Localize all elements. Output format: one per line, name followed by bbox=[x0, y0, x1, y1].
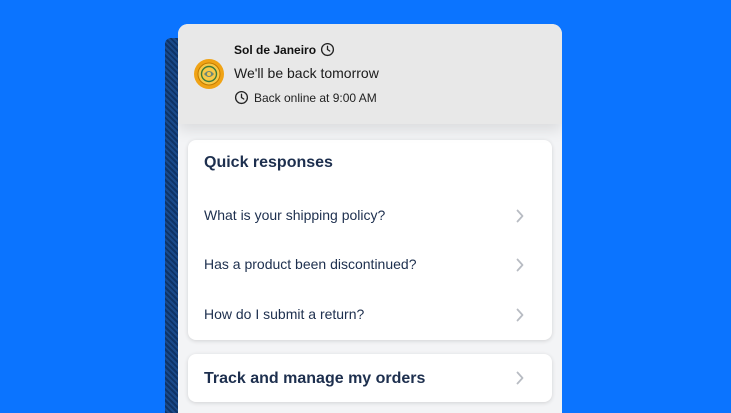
quick-response-label: How do I submit a return? bbox=[204, 306, 365, 322]
quick-response-shipping-policy[interactable]: What is your shipping policy? bbox=[188, 196, 552, 236]
quick-response-discontinued[interactable]: Has a product been discontinued? bbox=[188, 245, 552, 285]
chat-widget: Sol de Janeiro We'll be back tomorrow Ba… bbox=[178, 24, 562, 413]
online-hours-text: Back online at 9:00 AM bbox=[254, 90, 377, 105]
track-orders-label: Track and manage my orders bbox=[204, 370, 426, 387]
quick-response-label: Has a product been discontinued? bbox=[204, 256, 417, 272]
chevron-right-icon bbox=[516, 308, 524, 322]
quick-responses-card: Quick responses What is your shipping po… bbox=[188, 140, 552, 340]
track-orders-button[interactable]: Track and manage my orders bbox=[188, 354, 552, 402]
store-name: Sol de Janeiro bbox=[234, 42, 317, 57]
chevron-right-icon bbox=[516, 209, 524, 223]
chevron-right-icon bbox=[516, 371, 524, 385]
store-name-row: Sol de Janeiro bbox=[234, 42, 335, 57]
quick-response-label: What is your shipping policy? bbox=[204, 207, 386, 223]
quick-response-return[interactable]: How do I submit a return? bbox=[188, 295, 552, 335]
page-background: Sol de Janeiro We'll be back tomorrow Ba… bbox=[0, 0, 731, 413]
brand-logo-icon bbox=[197, 62, 221, 86]
chevron-right-icon bbox=[516, 258, 524, 272]
clock-icon bbox=[234, 90, 249, 105]
chat-header: Sol de Janeiro We'll be back tomorrow Ba… bbox=[178, 24, 562, 124]
away-status-title: We'll be back tomorrow bbox=[234, 65, 379, 81]
online-hours-row: Back online at 9:00 AM bbox=[234, 90, 377, 105]
brand-avatar bbox=[194, 59, 224, 89]
quick-responses-title: Quick responses bbox=[204, 154, 333, 171]
clock-icon bbox=[320, 42, 335, 57]
